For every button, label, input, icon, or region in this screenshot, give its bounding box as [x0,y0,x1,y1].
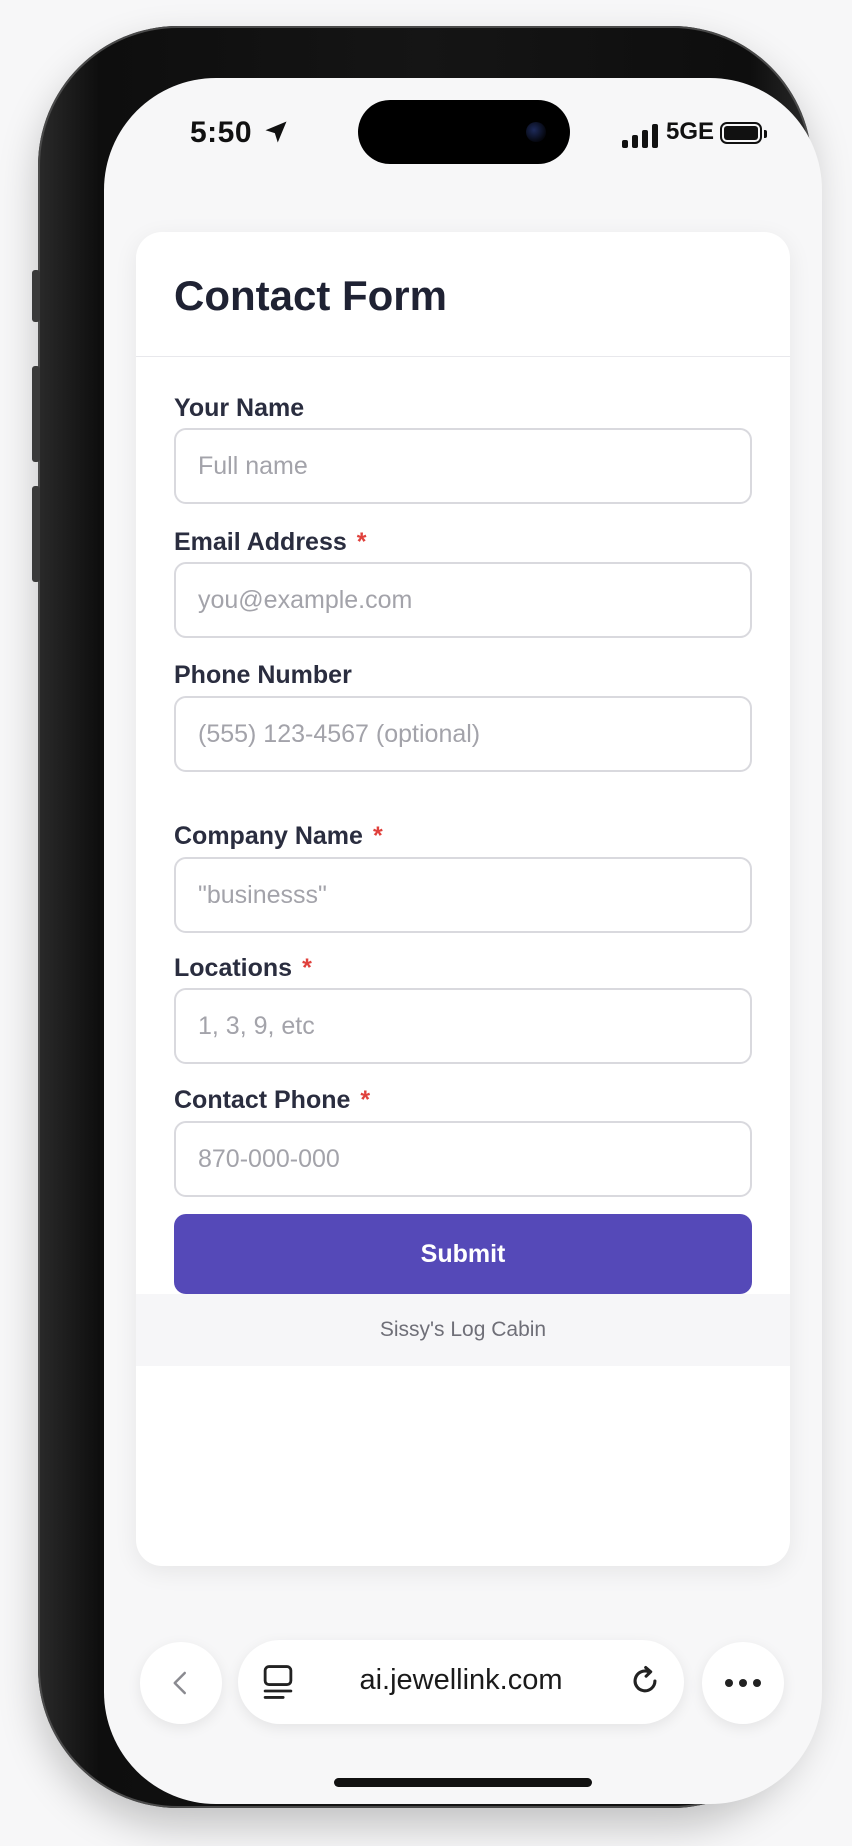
header-divider [136,356,790,357]
contact-phone-label: Contact Phone * [174,1086,370,1115]
contact-form-card: Contact Form Your Name Email Address * Ph… [136,232,790,1566]
phone-label-text: Phone Number [174,661,352,689]
company-input[interactable] [174,857,752,933]
company-label-text: Company Name [174,822,363,850]
email-label: Email Address * [174,528,367,557]
phone-frame: 5:50 5GE Contact Form Your Name Email Ad… [32,26,822,1808]
screen: 5:50 5GE Contact Form Your Name Email Ad… [104,78,822,1804]
more-horizontal-icon [725,1679,761,1687]
contact-phone-label-text: Contact Phone [174,1086,351,1114]
reload-icon[interactable] [628,1664,662,1698]
name-label-text: Your Name [174,394,305,422]
status-time: 5:50 [190,116,253,149]
name-input[interactable] [174,428,752,504]
network-type: 5GE [666,118,715,145]
action-button [32,270,40,322]
email-label-text: Email Address [174,528,347,556]
email-input[interactable] [174,562,752,638]
required-marker: * [356,528,367,556]
dynamic-island [358,100,570,164]
url-text: ai.jewellink.com [359,1664,563,1696]
back-button[interactable] [140,1642,222,1724]
company-label: Company Name * [174,822,383,851]
name-label: Your Name [174,394,304,423]
submit-button[interactable]: Submit [174,1214,752,1294]
phone-input[interactable] [174,696,752,772]
footer-text: Sissy's Log Cabin [379,1318,547,1341]
required-marker: * [360,1086,371,1114]
locations-input[interactable] [174,988,752,1064]
locations-label-text: Locations [174,954,293,982]
form-footer: Sissy's Log Cabin [136,1294,790,1366]
volume-down-button [32,486,40,582]
volume-up-button [32,366,40,462]
signal-strength-icon [622,124,658,148]
home-indicator[interactable] [334,1778,592,1787]
more-button[interactable] [702,1642,784,1724]
address-bar[interactable]: ai.jewellink.com [238,1640,684,1724]
chevron-left-icon [173,1671,186,1695]
battery-icon [720,122,767,144]
locations-label: Locations * [174,954,312,983]
required-marker: * [372,822,383,850]
contact-phone-input[interactable] [174,1121,752,1197]
form-title: Contact Form [174,272,447,319]
required-marker: * [302,954,312,982]
location-arrow-icon [265,121,287,143]
camera-icon [526,122,546,142]
phone-label: Phone Number [174,661,352,690]
